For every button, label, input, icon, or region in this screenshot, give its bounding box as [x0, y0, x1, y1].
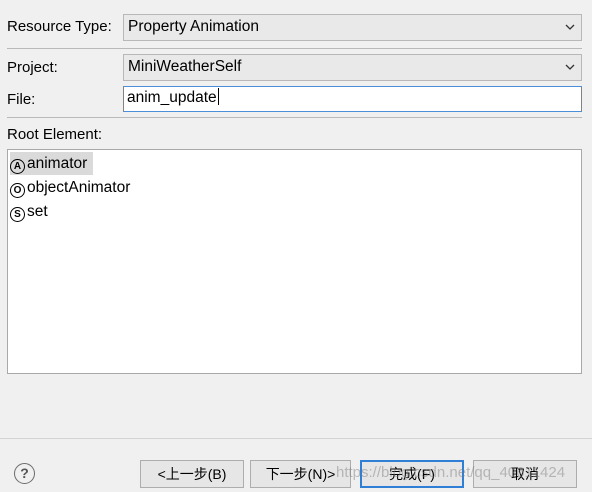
list-item-set[interactable]: Sset — [10, 200, 54, 223]
list-item-objectanimator[interactable]: OobjectAnimator — [10, 176, 136, 199]
project-combo[interactable]: MiniWeatherSelf — [123, 54, 582, 81]
text-caret — [217, 88, 219, 105]
file-label: File: — [7, 91, 36, 108]
file-name-input[interactable]: anim_update — [123, 86, 582, 112]
list-item-animator[interactable]: Aanimator — [10, 152, 94, 175]
resource-type-combo[interactable]: Property Animation — [123, 14, 582, 41]
root-element-label: Root Element: — [7, 126, 103, 143]
separator-bottom — [0, 438, 592, 439]
separator-middle — [7, 117, 582, 118]
annotation-badge-icon: S — [10, 207, 25, 222]
back-button[interactable]: <上一步(B) — [140, 460, 244, 488]
watermark-text: https://blog.csdn.net/qq_40611424 — [336, 464, 566, 481]
file-name-value: anim_update — [127, 89, 217, 106]
resource-type-value: Property Animation — [128, 18, 259, 35]
chevron-down-icon — [565, 64, 575, 70]
list-item-label: animator — [27, 155, 88, 172]
root-element-list[interactable]: Aanimator OobjectAnimator Sset — [7, 149, 582, 374]
list-item-label: set — [27, 203, 48, 220]
annotation-badge-icon: A — [10, 159, 25, 174]
chevron-down-icon — [565, 24, 575, 30]
project-value: MiniWeatherSelf — [128, 58, 242, 75]
project-label: Project: — [7, 59, 58, 76]
annotation-badge-icon: O — [10, 183, 25, 198]
resource-type-label: Resource Type: — [7, 18, 112, 35]
list-item-label: objectAnimator — [27, 179, 131, 196]
help-icon[interactable]: ? — [14, 463, 35, 484]
separator-top — [7, 48, 582, 49]
